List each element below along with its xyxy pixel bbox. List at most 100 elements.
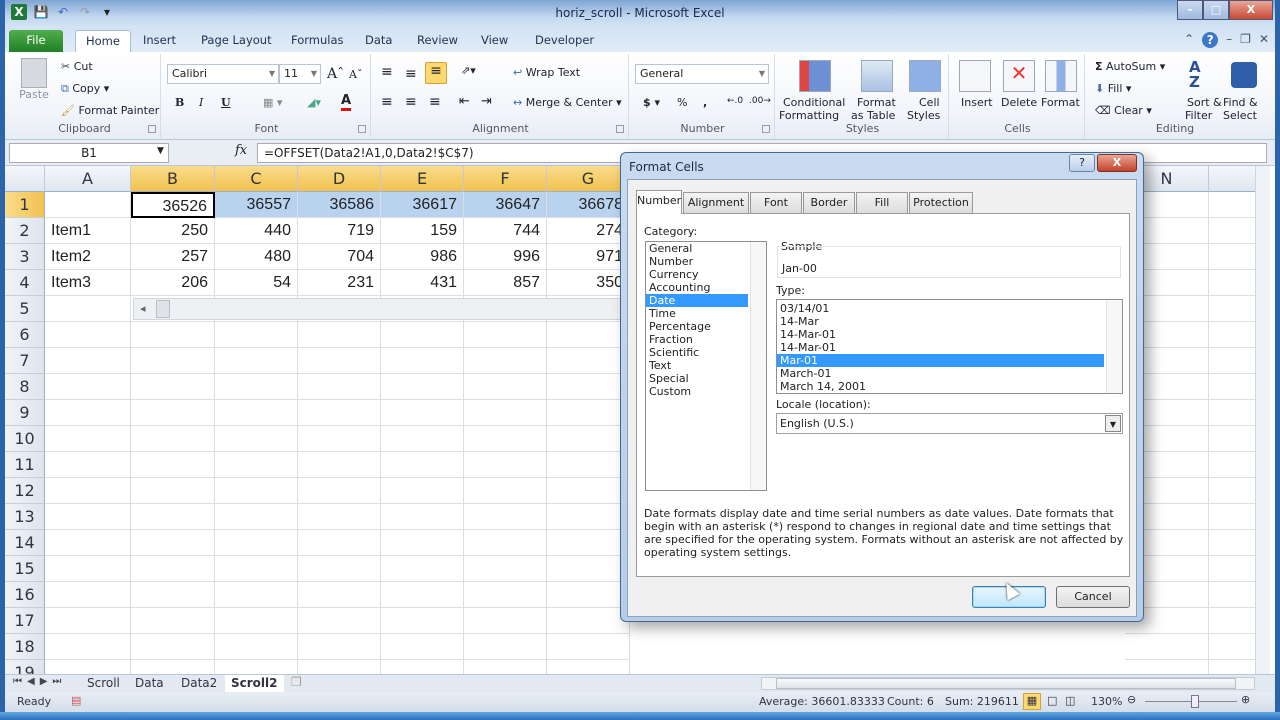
cell-g3[interactable]: 971 bbox=[547, 244, 630, 270]
empty-cell[interactable] bbox=[547, 660, 630, 674]
empty-cell[interactable] bbox=[215, 608, 298, 634]
font-size-select[interactable]: 11 ▼ bbox=[279, 64, 321, 84]
type-item[interactable]: March-01 bbox=[777, 367, 1104, 380]
borders-icon[interactable]: ▦ ▾ bbox=[263, 96, 282, 109]
cell-a2[interactable]: Item1 bbox=[45, 218, 131, 244]
dialog-tab-protection[interactable]: Protection bbox=[909, 192, 973, 213]
tab-page-layout[interactable]: Page Layout bbox=[191, 30, 282, 52]
empty-cell[interactable] bbox=[1209, 504, 1260, 530]
category-item-time[interactable]: Time bbox=[646, 307, 748, 320]
empty-cell[interactable] bbox=[45, 478, 131, 504]
empty-cell[interactable] bbox=[131, 400, 215, 426]
font-color-icon[interactable]: A bbox=[341, 94, 352, 111]
category-item-fraction[interactable]: Fraction bbox=[646, 333, 748, 346]
sheet-tab-data[interactable]: Data bbox=[129, 675, 170, 692]
empty-cell[interactable] bbox=[45, 426, 131, 452]
name-box[interactable]: B1 bbox=[9, 143, 169, 163]
empty-cell[interactable] bbox=[131, 322, 215, 348]
category-item-accounting[interactable]: Accounting bbox=[646, 281, 748, 294]
empty-cell[interactable] bbox=[215, 556, 298, 582]
empty-cell[interactable] bbox=[381, 426, 464, 452]
help-icon[interactable]: ? bbox=[1202, 32, 1219, 48]
cancel-button[interactable]: Cancel bbox=[1056, 586, 1130, 608]
cell-c1[interactable]: 36557 bbox=[215, 192, 298, 218]
empty-cell[interactable] bbox=[215, 348, 298, 374]
empty-cell[interactable] bbox=[381, 452, 464, 478]
comma-button[interactable]: , bbox=[703, 96, 707, 109]
cell-c3[interactable]: 480 bbox=[215, 244, 298, 270]
empty-cell[interactable] bbox=[547, 608, 630, 634]
category-scrollbar[interactable] bbox=[750, 242, 766, 490]
clear-button[interactable]: ⌫ Clear ▾ bbox=[1095, 104, 1152, 117]
empty-cell[interactable] bbox=[547, 634, 630, 660]
category-item-percentage[interactable]: Percentage bbox=[646, 320, 748, 333]
sheet-tab-scroll[interactable]: Scroll bbox=[81, 675, 126, 692]
sheet-scroll-thumb[interactable] bbox=[156, 300, 170, 318]
column-header-d[interactable]: D bbox=[298, 166, 381, 192]
maximize-button[interactable]: □ bbox=[1203, 0, 1229, 20]
empty-cell[interactable] bbox=[1209, 348, 1260, 374]
row-header-9[interactable]: 9 bbox=[5, 400, 45, 426]
empty-cell[interactable] bbox=[1209, 634, 1260, 660]
empty-cell[interactable] bbox=[298, 374, 381, 400]
empty-cell[interactable] bbox=[1209, 244, 1260, 270]
empty-cell[interactable] bbox=[464, 556, 547, 582]
horizontal-scroll-thumb[interactable] bbox=[776, 678, 1236, 689]
empty-cell[interactable] bbox=[1209, 660, 1260, 674]
empty-cell[interactable] bbox=[464, 452, 547, 478]
row-header-2[interactable]: 2 bbox=[5, 218, 45, 244]
empty-cell[interactable] bbox=[215, 426, 298, 452]
dialog-tab-alignment[interactable]: Alignment bbox=[683, 192, 749, 213]
cell-e2[interactable]: 159 bbox=[381, 218, 464, 244]
minimize-ribbon-icon[interactable]: ⌃ bbox=[1184, 32, 1194, 48]
row-header-19[interactable]: 19 bbox=[5, 660, 45, 674]
close-window-button[interactable]: X bbox=[1229, 0, 1273, 20]
format-as-table-button[interactable]: Format as Table bbox=[851, 56, 903, 122]
dialog-tab-number[interactable]: Number bbox=[636, 190, 682, 214]
empty-cell[interactable] bbox=[131, 374, 215, 400]
shrink-font-icon[interactable]: Aˇ bbox=[349, 68, 362, 81]
empty-cell[interactable] bbox=[1209, 374, 1260, 400]
empty-cell[interactable] bbox=[215, 374, 298, 400]
row-header-13[interactable]: 13 bbox=[5, 504, 45, 530]
empty-cell[interactable] bbox=[464, 634, 547, 660]
merge-center-button[interactable]: ↔ Merge & Center ▾ bbox=[513, 96, 622, 109]
cell-g4[interactable]: 350 bbox=[547, 270, 630, 296]
type-listbox[interactable]: 03/14/01 14-Mar 14-Mar-01 14-Mar-01 Mar-01 Ma… bbox=[776, 299, 1123, 394]
select-all-corner[interactable] bbox=[5, 166, 45, 192]
empty-cell[interactable] bbox=[381, 660, 464, 674]
empty-cell[interactable] bbox=[298, 504, 381, 530]
column-header-f[interactable]: F bbox=[464, 166, 547, 192]
empty-cell[interactable] bbox=[1125, 660, 1209, 674]
insert-cells-button[interactable]: Insert bbox=[955, 56, 995, 120]
category-item-text[interactable]: Text bbox=[646, 359, 748, 372]
empty-cell[interactable] bbox=[298, 452, 381, 478]
empty-cell[interactable] bbox=[547, 478, 630, 504]
empty-cell[interactable] bbox=[1209, 270, 1260, 296]
cell-g2[interactable]: 274 bbox=[547, 218, 630, 244]
empty-cell[interactable] bbox=[45, 660, 131, 674]
number-launcher-icon[interactable] bbox=[762, 125, 770, 133]
empty-cell[interactable] bbox=[381, 374, 464, 400]
vertical-scrollbar[interactable] bbox=[1255, 166, 1270, 674]
decrease-indent-icon[interactable]: ⇤ bbox=[459, 94, 470, 109]
empty-cell[interactable] bbox=[464, 400, 547, 426]
empty-cell[interactable] bbox=[381, 348, 464, 374]
empty-cell[interactable] bbox=[1209, 556, 1260, 582]
fill-color-icon[interactable]: ◢▾ bbox=[307, 96, 321, 109]
empty-cell[interactable] bbox=[131, 582, 215, 608]
cell-b4[interactable]: 206 bbox=[131, 270, 215, 296]
empty-cell[interactable] bbox=[547, 426, 630, 452]
column-header-e[interactable]: E bbox=[381, 166, 464, 192]
empty-cell[interactable] bbox=[464, 348, 547, 374]
empty-cell[interactable] bbox=[45, 374, 131, 400]
delete-cells-button[interactable]: ✕ Delete bbox=[997, 56, 1039, 120]
row-header-15[interactable]: 15 bbox=[5, 556, 45, 582]
empty-cell[interactable] bbox=[1209, 322, 1260, 348]
empty-cell[interactable] bbox=[215, 530, 298, 556]
zoom-in-icon[interactable]: ⊕ bbox=[1241, 693, 1250, 706]
clipboard-launcher-icon[interactable] bbox=[148, 125, 156, 133]
empty-cell[interactable] bbox=[45, 582, 131, 608]
empty-cell[interactable] bbox=[1209, 530, 1260, 556]
empty-cell[interactable] bbox=[464, 504, 547, 530]
